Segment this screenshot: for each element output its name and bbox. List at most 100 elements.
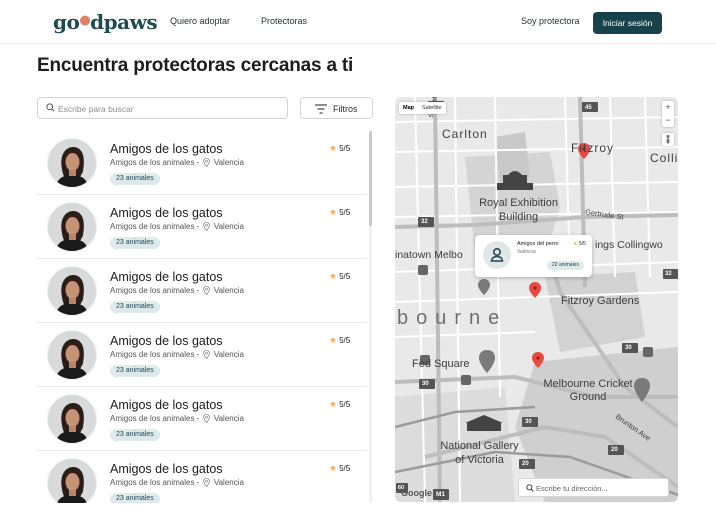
login-button[interactable]: Iniciar sesión: [593, 12, 662, 34]
road-shield-45-b: 45: [585, 105, 592, 111]
shelter-subtitle: Amigos de los animales - Valencia: [110, 286, 244, 295]
shelter-avatar: [48, 203, 96, 251]
page-title: Encuentra protectoras cercanas a ti: [37, 55, 354, 76]
rating-value: 5/5: [339, 208, 351, 217]
google-logo: Google: [401, 488, 432, 498]
shelter-avatar: [48, 267, 96, 315]
shelter-org: Amigos de los animales -: [110, 286, 200, 295]
star-icon: ★: [329, 207, 338, 217]
filters-label: Filtros: [333, 104, 358, 114]
map-type-satellite[interactable]: Satellite: [418, 102, 446, 114]
shelter-name[interactable]: Amigos de los gatos: [110, 142, 223, 156]
nav-soy-protectora[interactable]: Soy protectora: [521, 16, 580, 26]
shelter-list[interactable]: Amigos de los gatos Amigos de los animal…: [37, 131, 367, 503]
map-label-royal-exhibition: Royal Exhibition Building: [479, 197, 558, 223]
star-icon: ★: [329, 335, 338, 345]
shelter-city: Valencia: [213, 158, 244, 167]
shelter-rating: ★ 5/5: [329, 463, 350, 474]
shelter-subtitle: Amigos de los animales - Valencia: [110, 414, 244, 423]
zoom-out-button[interactable]: −: [662, 114, 674, 127]
shelter-name[interactable]: Amigos de los gatos: [110, 270, 223, 284]
road-shield-32-b: 32: [665, 271, 672, 277]
animals-badge: 23 animales: [110, 173, 160, 185]
shelter-card[interactable]: Amigos de los gatos Amigos de los animal…: [37, 131, 367, 195]
shelter-org: Amigos de los animales -: [110, 350, 200, 359]
animals-badge: 23 animales: [110, 301, 160, 313]
logo-text-start: go: [53, 10, 80, 34]
shelter-city: Valencia: [213, 350, 244, 359]
street-view-pegman-icon[interactable]: [662, 133, 674, 146]
map-label-mcg: Melbourne Cricket Ground: [543, 378, 633, 403]
nav-quiero-adoptar[interactable]: Quiero adoptar: [170, 16, 230, 26]
shelter-rating: ★ 5/5: [329, 271, 350, 282]
shelter-name[interactable]: Amigos de los gatos: [110, 398, 223, 412]
map-label-collingwood-gardens: ings Collingwo: [595, 239, 663, 251]
shelter-city: Valencia: [213, 286, 244, 295]
shelter-avatar: [48, 459, 96, 503]
star-icon: ★: [329, 399, 338, 409]
goodpaws-logo[interactable]: go●dpaws: [53, 10, 158, 34]
shelter-avatar: [48, 395, 96, 443]
list-scrollbar[interactable]: [369, 131, 372, 503]
location-pin-icon: [202, 286, 210, 295]
filters-button[interactable]: Filtros: [300, 97, 373, 119]
search-input[interactable]: [58, 101, 278, 116]
popup-city: Valencia: [517, 249, 536, 255]
user-icon: [490, 248, 504, 262]
popup-avatar: [483, 241, 511, 269]
list-scrollbar-thumb[interactable]: [369, 131, 372, 226]
map-view[interactable]: 45 45 32 32 30 30 30 20 20 60 M1 Carlton…: [395, 97, 678, 502]
road-shield-30-c: 30: [525, 419, 532, 425]
map-type-map[interactable]: Map: [399, 102, 418, 114]
address-search-box[interactable]: [518, 478, 669, 497]
road-shield-20-b: 20: [522, 461, 529, 467]
zoom-in-button[interactable]: +: [662, 101, 674, 114]
star-icon: ★: [329, 463, 338, 473]
shelter-card[interactable]: Amigos de los gatos Amigos de los animal…: [37, 323, 367, 387]
star-icon: ★: [573, 241, 578, 247]
animals-badge: 23 animales: [110, 237, 160, 249]
shelter-name[interactable]: Amigos de los gatos: [110, 462, 223, 476]
shelter-map-popup[interactable]: Amigos del perro ★ 5/5 Valencia 22 anima…: [475, 235, 592, 277]
top-navbar: go●dpaws Quiero adoptar Protectoras Soy …: [0, 0, 716, 44]
nav-protectoras[interactable]: Protectoras: [261, 16, 307, 26]
rating-value: 5/5: [339, 336, 351, 345]
filter-icon: [315, 104, 327, 114]
shelter-name[interactable]: Amigos de los gatos: [110, 334, 223, 348]
map-label-collingwood: Colli: [650, 151, 678, 165]
location-pin-icon: [202, 414, 210, 423]
location-pin-icon: [202, 222, 210, 231]
shelter-card[interactable]: Amigos de los gatos Amigos de los animal…: [37, 259, 367, 323]
rating-value: 5/5: [339, 464, 351, 473]
map-label-chinatown: inatown Melbo: [395, 249, 463, 261]
shelter-org: Amigos de los animales -: [110, 158, 200, 167]
search-icon: [526, 484, 534, 492]
rating-value: 5/5: [339, 400, 351, 409]
road-shield-20-a: 20: [611, 447, 618, 453]
map-type-control: Map Satellite: [399, 102, 446, 114]
search-box[interactable]: [37, 97, 288, 119]
shelter-city: Valencia: [213, 222, 244, 231]
star-icon: ★: [329, 271, 338, 281]
shelter-card[interactable]: Amigos de los gatos Amigos de los animal…: [37, 195, 367, 259]
popup-shelter-name: Amigos del perro: [517, 241, 559, 247]
logo-text-end: dpaws: [90, 10, 158, 34]
zoom-control: + −: [662, 101, 674, 127]
location-pin-icon: [202, 350, 210, 359]
popup-animals-badge: 22 animales: [547, 261, 584, 270]
map-label-melbourne: bourne: [397, 307, 508, 329]
address-search-input[interactable]: [536, 481, 664, 495]
map-label-fitzroy-gardens: Fitzroy Gardens: [561, 295, 640, 307]
shelter-rating: ★ 5/5: [329, 207, 350, 218]
popup-rating: ★ 5/5: [573, 241, 586, 247]
shelter-subtitle: Amigos de los animales - Valencia: [110, 158, 244, 167]
animals-badge: 23 animales: [110, 493, 160, 503]
shelter-name[interactable]: Amigos de los gatos: [110, 206, 223, 220]
shelter-avatar: [48, 139, 96, 187]
paw-icon: ●: [79, 13, 91, 28]
star-icon: ★: [329, 143, 338, 153]
shelter-card[interactable]: Amigos de los gatos Amigos de los animal…: [37, 387, 367, 451]
shelter-card[interactable]: Amigos de los gatos Amigos de los animal…: [37, 451, 367, 503]
map-label-national-gallery: National Gallery of Victoria: [440, 440, 519, 466]
shelter-rating: ★ 5/5: [329, 143, 350, 154]
